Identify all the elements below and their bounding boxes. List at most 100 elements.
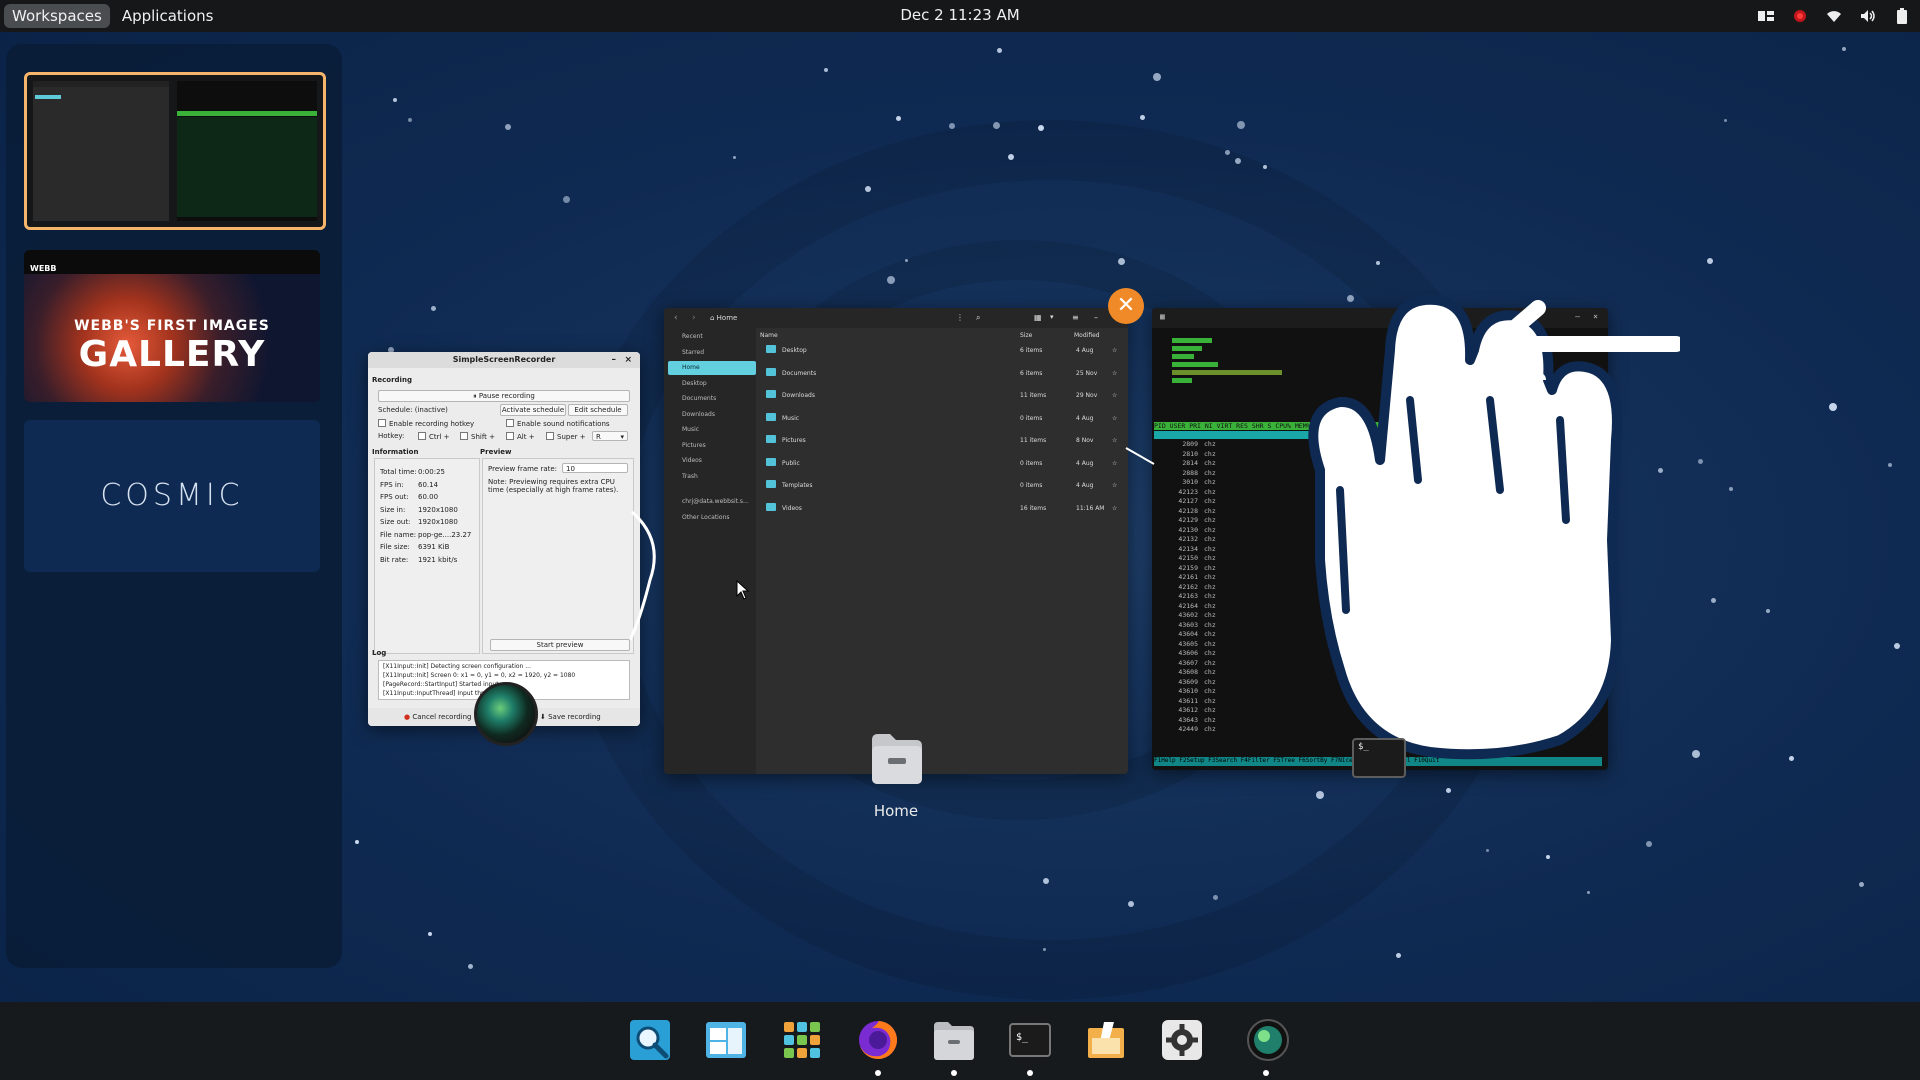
menu-dots-icon[interactable]: ⋮ [956,313,964,322]
file-row[interactable]: Public 0 items 4 Aug ☆ [760,455,1124,473]
close-window-icon[interactable]: ✕ [1108,288,1144,324]
sidebar-item-pictures[interactable]: Pictures [668,439,756,453]
htop-process-row[interactable]: 43605 chz [1158,640,1215,648]
view-grid-icon[interactable]: ▦ [1034,313,1042,322]
volume-icon[interactable] [1860,8,1876,24]
enable-hotkey-checkbox[interactable]: Enable recording hotkey [378,419,474,428]
recording-indicator-icon[interactable] [1792,8,1808,24]
back-icon[interactable]: ‹ [674,313,678,323]
file-row[interactable]: Pictures 11 items 8 Nov ☆ [760,432,1124,450]
htop-process-row[interactable]: 42129 chz [1158,516,1215,524]
column-modified[interactable]: Modified [1074,332,1100,339]
dock-screen-recorder[interactable] [1244,1016,1292,1064]
enable-sound-checkbox[interactable]: Enable sound notifications [506,419,610,428]
terminal-menu-icon[interactable]: ▦ [1160,312,1165,321]
star-icon[interactable]: ☆ [1112,500,1117,518]
dock-app-grid[interactable] [778,1016,826,1064]
battery-icon[interactable] [1894,8,1910,24]
star-icon[interactable]: ☆ [1112,410,1117,428]
star-icon[interactable]: ☆ [1112,455,1117,473]
htop-process-row[interactable]: 42159 chz [1158,564,1215,572]
file-row[interactable]: Videos 16 items 11:16 AM ☆ [760,500,1124,518]
shift-checkbox[interactable]: Shift + [460,432,495,441]
htop-process-row[interactable]: 42163 chz [1158,592,1215,600]
forward-icon[interactable]: › [692,313,696,323]
sidebar-item-home[interactable]: Home [668,361,756,375]
htop-process-row[interactable]: 42162 chz [1158,583,1215,591]
htop-process-row[interactable]: 42130 chz [1158,526,1215,534]
file-row[interactable]: Desktop 6 items 4 Aug ☆ [760,342,1124,360]
sidebar-item-other-locations[interactable]: Other Locations [668,511,756,525]
sidebar-item-recent[interactable]: Recent [668,330,756,344]
home-folder-label[interactable]: Home [856,802,936,820]
htop-process-row[interactable]: 43610 chz [1158,687,1215,695]
workspace-3-thumbnail[interactable]: COSMIC [24,420,320,572]
cancel-recording-button[interactable]: ● Cancel recording [404,713,471,721]
htop-process-row[interactable]: 2888 chz [1158,469,1215,477]
dock-terminal[interactable]: $_ [1006,1016,1054,1064]
column-size[interactable]: Size [1020,332,1032,339]
htop-process-row[interactable]: 43608 chz [1158,668,1215,676]
htop-process-row[interactable]: 43643 chz [1158,716,1215,724]
dock-files-manager[interactable] [702,1016,750,1064]
sidebar-item-videos[interactable]: Videos [668,454,756,468]
files-window[interactable]: ‹ › ⌂ Home ⋮ ⌕ ▦ ▾ ≡ – Recent Starred Home… [664,308,1128,774]
htop-process-row[interactable]: 43603 chz [1158,621,1215,629]
sidebar-item-starred[interactable]: Starred [668,346,756,360]
hotkey-key-select[interactable]: R ▾ [592,431,628,441]
pause-recording-button[interactable]: ⏸ Pause recording [378,390,630,402]
htop-process-row[interactable]: 43607 chz [1158,659,1215,667]
htop-process-row[interactable]: 43609 chz [1158,678,1215,686]
clock[interactable]: Dec 2 11:23 AM [0,6,1920,24]
applications-button[interactable]: Applications [114,4,222,28]
file-row[interactable]: Downloads 11 items 29 Nov ☆ [760,387,1124,405]
preview-rate-spinbox[interactable]: 10 [562,463,628,473]
star-icon[interactable]: ☆ [1112,342,1117,360]
htop-process-row[interactable]: 43611 chz [1158,697,1215,705]
column-name[interactable]: Name [760,332,778,339]
star-icon[interactable]: ☆ [1112,387,1117,405]
path-bar[interactable]: ⌂ Home [710,314,737,322]
activate-schedule-button[interactable]: Activate schedule [500,404,566,416]
sidebar-item-music[interactable]: Music [668,423,756,437]
file-row[interactable]: Music 0 items 4 Aug ☆ [760,410,1124,428]
htop-process-row[interactable]: 42128 chz [1158,507,1215,515]
edit-schedule-button[interactable]: Edit schedule [568,404,628,416]
htop-process-row[interactable]: 43602 chz [1158,611,1215,619]
minimize-icon[interactable]: – [1094,313,1098,322]
save-recording-button[interactable]: ⬇ Save recording [540,713,601,721]
sidebar-item-downloads[interactable]: Downloads [668,408,756,422]
dock-settings[interactable] [1158,1016,1206,1064]
terminal-app-icon[interactable]: $_ [1352,738,1406,778]
htop-process-row[interactable]: 43604 chz [1158,630,1215,638]
alt-checkbox[interactable]: Alt + [506,432,535,441]
minimize-icon[interactable]: – [612,352,617,368]
star-icon[interactable]: ☆ [1112,477,1117,495]
ssr-titlebar[interactable]: SimpleScreenRecorder – × [368,352,640,368]
close-icon[interactable]: × [624,352,632,368]
sidebar-item-desktop[interactable]: Desktop [668,377,756,391]
chevron-down-icon[interactable]: ▾ [1050,313,1054,321]
workspace-2-thumbnail[interactable]: WEBB WEBB'S FIRST IMAGES GALLERY [24,250,320,402]
sidebar-item-documents[interactable]: Documents [668,392,756,406]
sidebar-item-trash[interactable]: Trash [668,470,756,484]
dock-search-app[interactable] [626,1016,674,1064]
home-folder-icon[interactable] [868,732,926,786]
workspace-switcher-icon[interactable] [1758,8,1774,24]
ctrl-checkbox[interactable]: Ctrl + [418,432,450,441]
htop-process-row[interactable]: 42449 chz [1158,725,1215,733]
simplescreenrecorder-window[interactable]: SimpleScreenRecorder – × Recording ⏸ Pau… [368,352,640,726]
hamburger-menu-icon[interactable]: ≡ [1072,313,1079,322]
sidebar-item-chrj-data-webbsit-s-[interactable]: chrj@data.webbsit.s... [668,495,756,509]
htop-process-row[interactable]: 42150 chz [1158,554,1215,562]
htop-process-row[interactable]: 42164 chz [1158,602,1215,610]
htop-process-row[interactable]: 42161 chz [1158,573,1215,581]
workspace-1-thumbnail[interactable] [24,72,326,230]
htop-process-row[interactable]: 2809 chz [1158,440,1215,448]
star-icon[interactable]: ☆ [1112,432,1117,450]
htop-process-row[interactable]: 42127 chz [1158,497,1215,505]
dock-text-editor[interactable] [1082,1016,1130,1064]
workspaces-button[interactable]: Workspaces [4,4,110,28]
htop-process-row[interactable]: 42132 chz [1158,535,1215,543]
htop-process-row[interactable]: 42134 chz [1158,545,1215,553]
